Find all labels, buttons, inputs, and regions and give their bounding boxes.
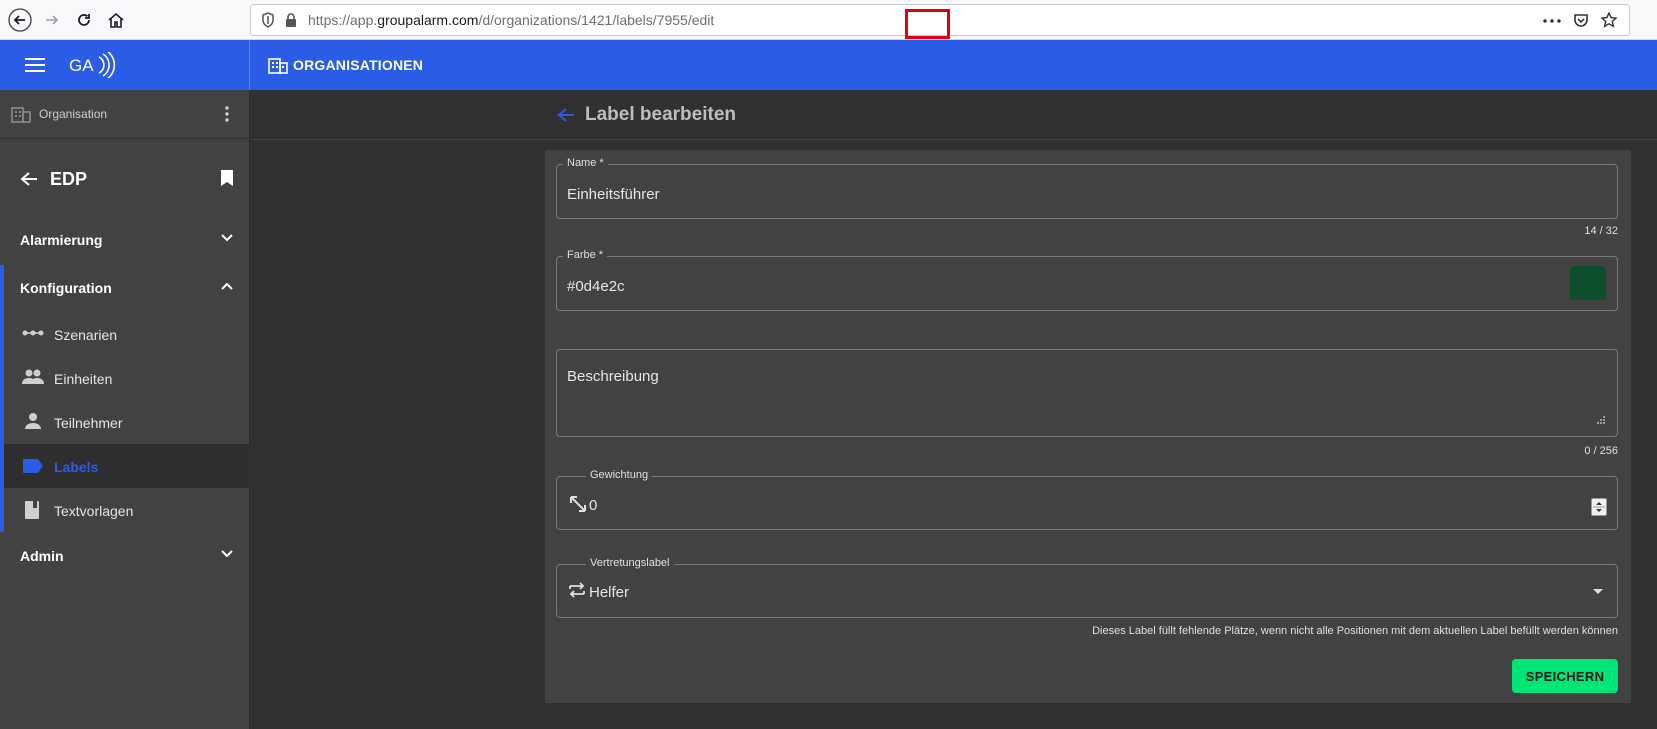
- chevron-up-icon[interactable]: [221, 282, 233, 290]
- back-button[interactable]: [4, 4, 36, 36]
- header-side: GA: [0, 40, 250, 90]
- back-arrow-icon[interactable]: [20, 171, 38, 187]
- shield-icon: [262, 12, 274, 28]
- weight-arrows-icon: [570, 496, 586, 512]
- sidebar-item-teilnehmer[interactable]: Teilnehmer: [4, 400, 250, 444]
- building-icon: [268, 58, 288, 74]
- home-icon: [108, 12, 124, 28]
- substitute-label-hint: Dieses Label füllt fehlende Plätze, wenn…: [1092, 625, 1618, 637]
- forward-button[interactable]: [36, 4, 68, 36]
- book-icon: [25, 501, 39, 519]
- org-label: Organisation: [39, 107, 108, 121]
- app-header: GA ORGANISATIONEN: [0, 40, 1657, 90]
- sidebar-item-label: Einheiten: [54, 371, 113, 387]
- name-field-value: Einheitsführer: [567, 186, 660, 203]
- substitute-label-field-label: Vertretungslabel: [586, 557, 674, 569]
- substitute-label-value: Helfer: [589, 584, 630, 601]
- org-title: EDP: [50, 169, 88, 189]
- description-placeholder: Beschreibung: [567, 368, 659, 385]
- section-konfiguration[interactable]: Konfiguration: [20, 280, 112, 296]
- color-field-label: Farbe *: [563, 249, 608, 261]
- reload-icon: [78, 14, 90, 26]
- header-title: ORGANISATIONEN: [293, 57, 424, 73]
- home-button[interactable]: [100, 4, 132, 36]
- browser-toolbar: https://app.groupalarm.com/d/organizatio…: [0, 0, 1657, 40]
- sidebar-item-label: Textvorlagen: [54, 503, 134, 519]
- reload-button[interactable]: [68, 4, 100, 36]
- logo-text: GA: [69, 56, 94, 75]
- section-admin[interactable]: Admin: [20, 548, 64, 564]
- chevron-down-icon[interactable]: [221, 550, 233, 558]
- name-counter: 14 / 32: [1584, 225, 1618, 237]
- edit-label-form: Name * Einheitsführer 14 / 32 Farbe * #0…: [545, 150, 1631, 703]
- more-vert-icon[interactable]: [225, 106, 229, 122]
- groupalarm-logo: GA: [69, 52, 116, 78]
- bookmark-icon[interactable]: [220, 169, 234, 187]
- forward-arrow-icon: [46, 15, 59, 25]
- weight-field-value: 0: [589, 497, 598, 514]
- menu-icon[interactable]: [25, 57, 45, 73]
- url-path-end: /edit: [687, 12, 715, 28]
- back-arrow-icon[interactable]: [557, 107, 575, 123]
- sidebar-item-textvorlagen[interactable]: Textvorlagen: [4, 488, 250, 532]
- content-header: Label bearbeiten: [251, 90, 1657, 140]
- building-icon: [11, 107, 31, 123]
- lock-icon: [286, 13, 296, 27]
- url-prefix: https://app.: [308, 12, 378, 28]
- stepper-arrows-icon: [1593, 502, 1605, 512]
- number-stepper[interactable]: [1591, 498, 1607, 516]
- scenario-icon: [22, 330, 44, 336]
- section-alarmierung[interactable]: Alarmierung: [20, 232, 102, 248]
- dropdown-arrow-icon[interactable]: [1593, 589, 1603, 594]
- label-icon: [23, 459, 43, 473]
- page-title: Label bearbeiten: [585, 104, 736, 125]
- color-field-value: #0d4e2c: [567, 278, 625, 295]
- description-counter: 0 / 256: [1584, 445, 1618, 457]
- sidebar-item-label: Labels: [54, 459, 99, 475]
- sidebar: Organisation EDP Alarmierung Konfigurati…: [0, 90, 250, 729]
- weight-field[interactable]: Gewichtung 0: [556, 469, 1618, 530]
- sidebar-item-einheiten[interactable]: Einheiten: [4, 356, 250, 400]
- pocket-icon[interactable]: [1573, 12, 1589, 28]
- substitute-label-select[interactable]: Vertretungslabel Helfer: [556, 557, 1618, 618]
- resize-handle-icon[interactable]: [1597, 416, 1605, 424]
- url-text: https://app.groupalarm.com/d/organizatio…: [308, 12, 714, 28]
- swap-icon: [569, 582, 585, 598]
- group-icon: [22, 369, 44, 384]
- url-path: /d/organizations/1421/labels/: [478, 12, 657, 28]
- url-label-id: 7955: [656, 12, 688, 28]
- color-swatch[interactable]: [1570, 266, 1606, 300]
- sidebar-item-label: Szenarien: [54, 327, 118, 343]
- org-selector[interactable]: Organisation: [0, 90, 250, 139]
- sidebar-item-label: Teilnehmer: [54, 415, 123, 431]
- sidebar-item-labels[interactable]: Labels: [4, 444, 250, 488]
- color-field[interactable]: Farbe * #0d4e2c: [556, 249, 1618, 311]
- bookmark-star-icon[interactable]: [1601, 12, 1617, 28]
- back-arrow-icon: [8, 8, 32, 32]
- description-field[interactable]: Beschreibung: [556, 349, 1618, 437]
- url-highlight-box: [905, 9, 950, 39]
- url-bar[interactable]: https://app.groupalarm.com/d/organizatio…: [250, 4, 1630, 39]
- person-icon: [25, 413, 41, 429]
- chevron-down-icon[interactable]: [221, 234, 233, 242]
- sidebar-item-szenarien[interactable]: Szenarien: [4, 312, 250, 356]
- save-button[interactable]: SPEICHERN: [1512, 659, 1618, 693]
- more-dots-icon[interactable]: [1543, 19, 1561, 23]
- name-field-label: Name *: [563, 157, 608, 169]
- name-field[interactable]: Name * Einheitsführer: [556, 157, 1618, 219]
- url-domain: groupalarm.com: [377, 12, 479, 28]
- weight-field-label: Gewichtung: [586, 469, 653, 481]
